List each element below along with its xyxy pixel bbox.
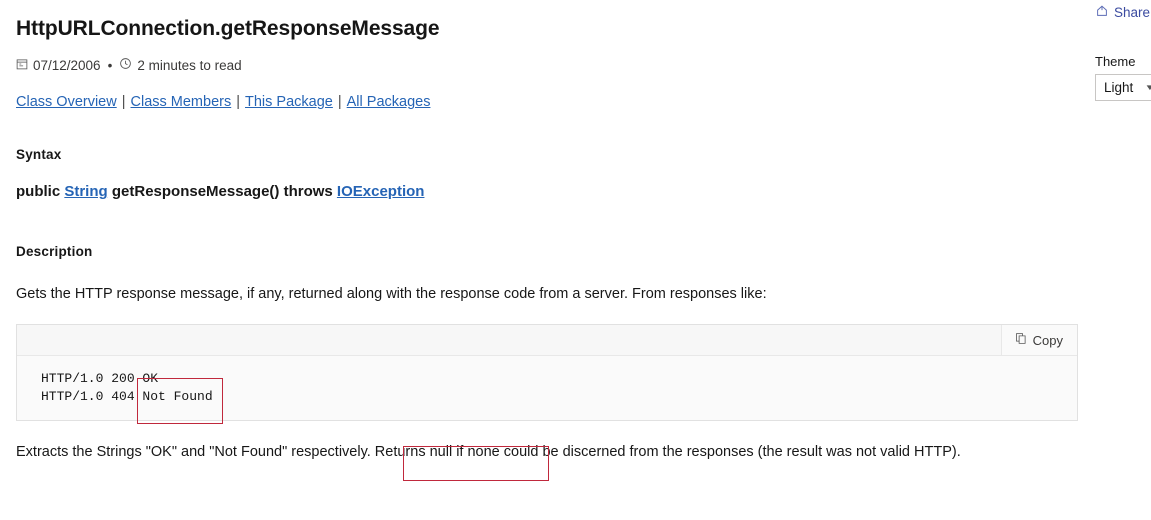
nav-separator-2: |	[236, 94, 240, 111]
theme-block: Theme Light ▼	[1095, 54, 1151, 101]
publish-date: 07/12/2006	[16, 58, 101, 73]
code-block: Copy HTTP/1.0 200 OK HTTP/1.0 404 Not Fo…	[16, 324, 1078, 422]
right-rail: Share Theme Light ▼	[1095, 0, 1151, 101]
article-nav-links: Class Overview | Class Members | This Packag…	[16, 94, 1079, 110]
calendar-icon	[16, 58, 28, 73]
link-class-overview[interactable]: Class Overview	[16, 94, 117, 110]
copy-icon	[1015, 332, 1027, 348]
meta-separator: •	[107, 57, 113, 73]
share-label: Share	[1114, 5, 1151, 20]
nav-separator-1: |	[121, 94, 126, 111]
link-all-packages[interactable]: All Packages	[347, 94, 431, 110]
nav-separator-3: |	[337, 94, 342, 111]
share-icon	[1095, 4, 1109, 21]
read-time: 2 minutes to read	[119, 57, 242, 73]
description-closing-text: Extracts the Strings "OK" and "Not Found…	[16, 444, 961, 461]
code-sample-text: HTTP/1.0 200 OK HTTP/1.0 404 Not Found	[41, 371, 213, 405]
theme-label: Theme	[1095, 54, 1136, 69]
chevron-down-icon: ▼	[1144, 83, 1151, 92]
syntax-heading: Syntax	[16, 147, 62, 163]
code-toolbar: Copy	[17, 325, 1077, 357]
page-title: HttpURLConnection.getResponseMessage	[16, 17, 440, 40]
copy-button[interactable]: Copy	[1000, 325, 1077, 356]
article-metadata: 07/12/2006 • 2 minutes to read	[16, 57, 1079, 73]
link-this-package[interactable]: This Package	[245, 94, 333, 110]
syntax-method-name: getResponseMessage() throws	[111, 183, 333, 201]
link-ioexception[interactable]: IOException	[337, 183, 425, 200]
syntax-signature: public String getResponseMessage() throw…	[16, 183, 1079, 200]
theme-select[interactable]: Light ▼	[1095, 74, 1151, 101]
theme-selected-value: Light	[1104, 80, 1134, 95]
publish-date-text: 07/12/2006	[33, 57, 101, 73]
link-class-members[interactable]: Class Members	[131, 94, 232, 110]
copy-label: Copy	[1032, 332, 1063, 348]
share-button[interactable]: Share	[1095, 0, 1151, 21]
read-time-text: 2 minutes to read	[137, 57, 242, 73]
link-string-type[interactable]: String	[64, 183, 107, 200]
description-heading: Description	[16, 244, 93, 260]
code-body: HTTP/1.0 200 OK HTTP/1.0 404 Not Found	[17, 356, 1077, 421]
clock-icon	[119, 57, 132, 73]
syntax-modifier: public	[16, 183, 61, 201]
description-intro-text: Gets the HTTP response message, if any, …	[16, 286, 767, 303]
article-content: HttpURLConnection.getResponseMessage 07/…	[16, 0, 1079, 478]
